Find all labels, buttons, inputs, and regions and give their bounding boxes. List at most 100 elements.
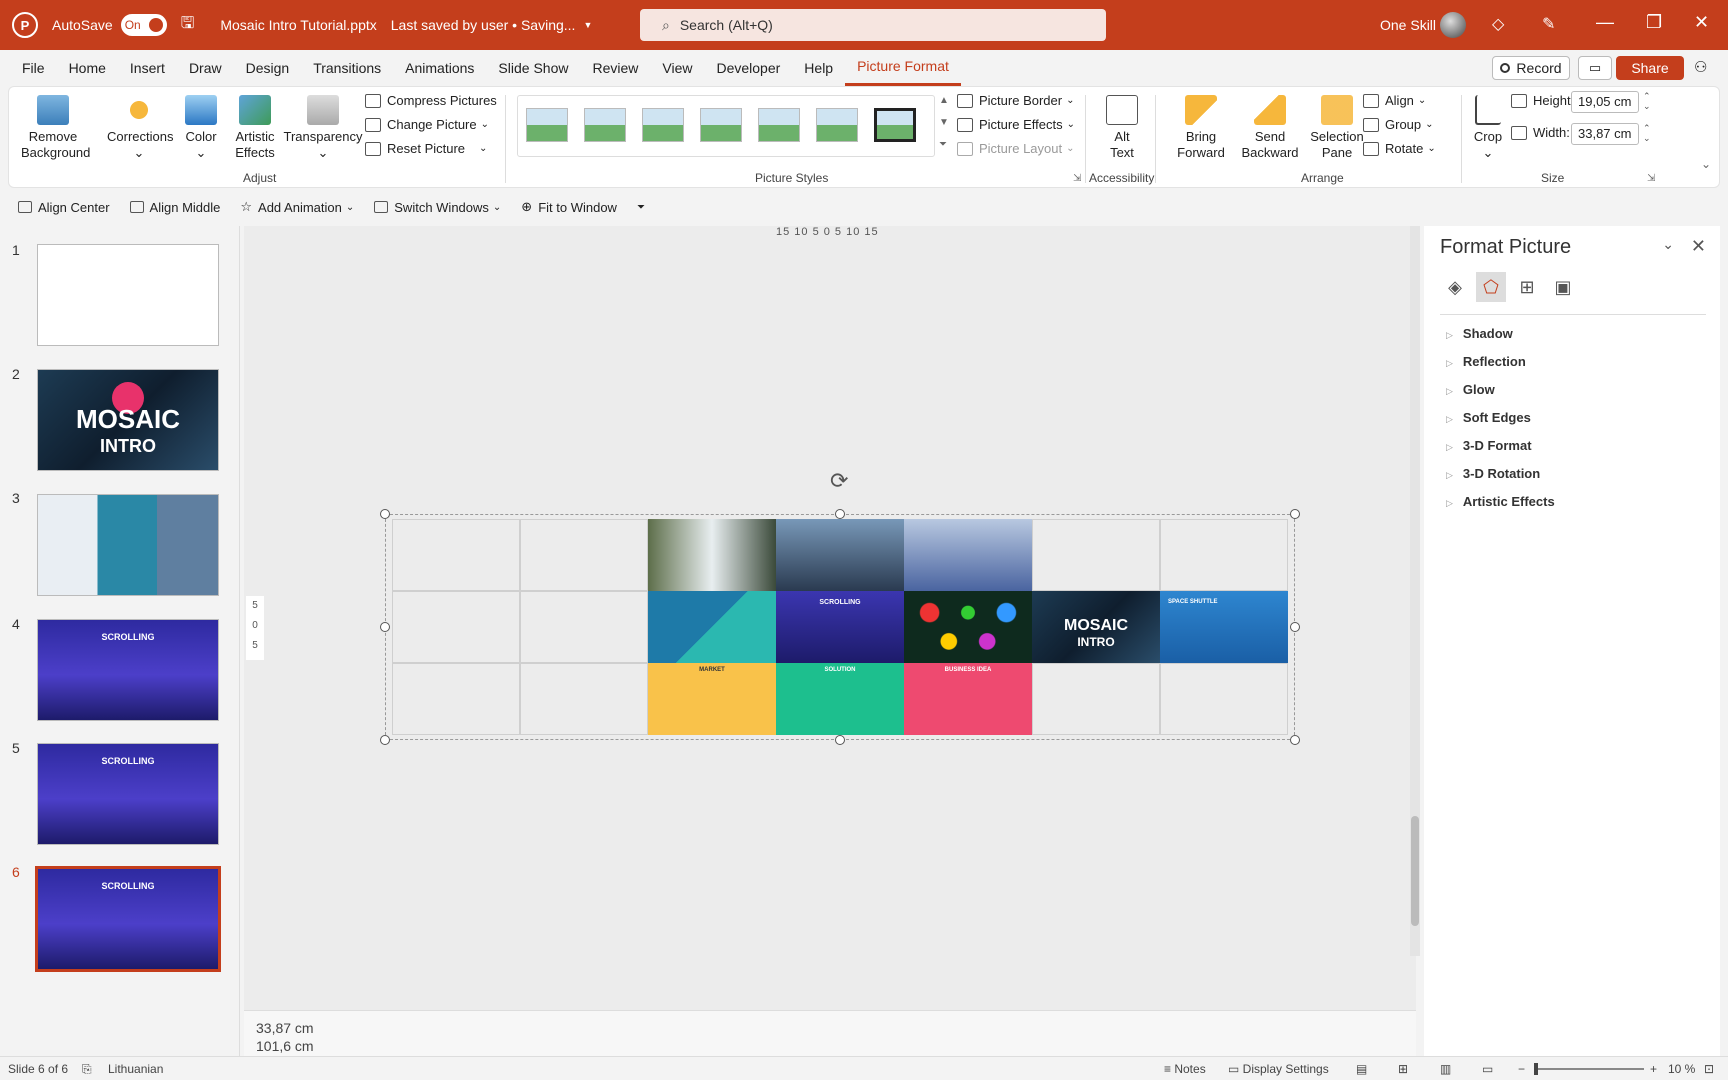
share-button[interactable]: Share (1616, 56, 1684, 80)
picture-style-7[interactable] (874, 108, 916, 142)
picture-style-4[interactable] (700, 108, 742, 142)
reset-picture-button[interactable]: Reset Picture ⌄ (365, 141, 487, 156)
tab-transitions[interactable]: Transitions (301, 50, 393, 86)
slide-thumbnail-4[interactable]: SCROLLING (37, 619, 219, 721)
gallery-down-icon[interactable]: ▼ (939, 117, 949, 128)
zoom-slider[interactable] (1534, 1063, 1644, 1075)
close-icon[interactable]: ✕ (1691, 236, 1706, 257)
resize-handle[interactable] (835, 509, 845, 519)
restore-icon[interactable]: ❐ (1646, 12, 1662, 33)
resize-handle[interactable] (1290, 735, 1300, 745)
change-picture-button[interactable]: Change Picture ⌄ (365, 117, 489, 132)
resize-handle[interactable] (380, 735, 390, 745)
section-glow[interactable]: ▷ Glow (1446, 382, 1495, 397)
effects-tab-icon[interactable]: ⬠ (1476, 272, 1506, 302)
normal-view-icon[interactable]: ▤ (1356, 1062, 1367, 1076)
align-center-button[interactable]: Align Center (8, 200, 120, 215)
customize-qat-button[interactable]: ⏷ (627, 202, 655, 213)
fit-slide-icon[interactable]: ⊡ (1704, 1062, 1714, 1076)
slide-thumbnail-1[interactable] (37, 244, 219, 346)
picture-effects-button[interactable]: Picture Effects ⌄ (957, 117, 1075, 132)
tab-insert[interactable]: Insert (118, 50, 177, 86)
minimize-icon[interactable]: — (1596, 12, 1614, 33)
slide-thumbnail-5[interactable]: SCROLLING (37, 743, 219, 845)
crop-button[interactable]: Crop ⌄ (1467, 95, 1509, 161)
tab-developer[interactable]: Developer (704, 50, 792, 86)
resize-handle[interactable] (1290, 509, 1300, 519)
zoom-slider-knob[interactable] (1534, 1063, 1538, 1075)
slide-thumbnail-3[interactable] (37, 494, 219, 596)
section-artistic-effects[interactable]: ▷ Artistic Effects (1446, 494, 1555, 509)
tab-view[interactable]: View (650, 50, 704, 86)
display-settings-button[interactable]: ▭ Display Settings (1228, 1062, 1329, 1076)
artistic-effects-button[interactable]: Artistic Effects (227, 95, 283, 161)
picture-layout-button[interactable]: Picture Layout ⌄ (957, 141, 1075, 156)
tab-help[interactable]: Help (792, 50, 845, 86)
slide-thumbnail-2[interactable]: MOSAIC INTRO (37, 369, 219, 471)
slide-sorter-icon[interactable]: ⊞ (1398, 1062, 1408, 1076)
user-name[interactable]: One Skill (1380, 17, 1436, 33)
gallery-up-icon[interactable]: ▲ (939, 95, 949, 106)
align-button[interactable]: Align ⌄ (1363, 93, 1426, 108)
transparency-button[interactable]: Transparency ⌄ (283, 95, 363, 161)
align-middle-button[interactable]: Align Middle (120, 200, 231, 215)
tab-review[interactable]: Review (580, 50, 650, 86)
language-label[interactable]: Lithuanian (108, 1062, 163, 1076)
pen-icon[interactable]: ✎ (1542, 14, 1555, 34)
picture-style-3[interactable] (642, 108, 684, 142)
picture-style-2[interactable] (584, 108, 626, 142)
picture-border-button[interactable]: Picture Border ⌄ (957, 93, 1074, 108)
height-input[interactable]: 19,05 cm (1571, 91, 1639, 113)
save-status[interactable]: Last saved by user • Saving... (391, 17, 576, 33)
comment-button[interactable]: ▭ (1578, 56, 1612, 80)
notes-button[interactable]: ≡ Notes (1164, 1062, 1206, 1076)
remove-background-button[interactable]: Remove Background (21, 95, 90, 161)
tab-home[interactable]: Home (57, 50, 118, 86)
tab-animations[interactable]: Animations (393, 50, 486, 86)
compress-pictures-button[interactable]: Compress Pictures (365, 93, 497, 108)
send-backward-button[interactable]: Send Backward (1233, 95, 1307, 161)
fit-to-window-button[interactable]: ⊕ Fit to Window (511, 199, 627, 215)
dialog-launcher-icon[interactable]: ⇲ (1073, 173, 1081, 184)
section-3d-format[interactable]: ▷ 3-D Format (1446, 438, 1532, 453)
autosave-toggle[interactable]: On (120, 14, 167, 36)
tab-design[interactable]: Design (234, 50, 302, 86)
dialog-launcher-icon[interactable]: ⇲ (1647, 173, 1655, 184)
avatar[interactable] (1440, 12, 1466, 38)
zoom-out-icon[interactable]: − (1518, 1062, 1525, 1076)
section-reflection[interactable]: ▷ Reflection (1446, 354, 1526, 369)
resize-handle[interactable] (835, 735, 845, 745)
slideshow-icon[interactable]: ▭ (1482, 1062, 1493, 1076)
accessibility-icon[interactable]: ⎘ (82, 1062, 92, 1077)
zoom-in-icon[interactable]: + (1650, 1062, 1657, 1076)
search-box[interactable]: ⌕ Search (Alt+Q) (640, 9, 1106, 41)
resize-handle[interactable] (1290, 622, 1300, 632)
size-properties-tab-icon[interactable]: ⊞ (1512, 272, 1542, 302)
person-icon[interactable]: ⚇ (1694, 58, 1707, 76)
switch-windows-button[interactable]: Switch Windows ⌄ (364, 200, 511, 215)
collapse-ribbon-icon[interactable]: ⌄ (1701, 157, 1711, 171)
tab-slide-show[interactable]: Slide Show (486, 50, 580, 86)
slide-thumbnail-6[interactable]: SCROLLING (35, 866, 221, 972)
resize-handle[interactable] (380, 622, 390, 632)
alt-text-button[interactable]: Alt Text (1099, 95, 1145, 161)
diamond-icon[interactable]: ◇ (1492, 14, 1504, 34)
corrections-button[interactable]: Corrections ⌄ (107, 95, 173, 161)
record-button[interactable]: Record (1492, 56, 1570, 80)
picture-style-5[interactable] (758, 108, 800, 142)
reading-view-icon[interactable]: ▥ (1440, 1062, 1451, 1076)
height-stepper[interactable]: ⌃ ⌄ (1643, 91, 1651, 111)
add-animation-button[interactable]: ☆ Add Animation ⌄ (230, 199, 364, 215)
rotate-button[interactable]: Rotate ⌄ (1363, 141, 1436, 156)
pane-options-icon[interactable]: ⌄ (1662, 236, 1674, 253)
bring-forward-button[interactable]: Bring Forward (1165, 95, 1237, 161)
fill-line-tab-icon[interactable]: ◈ (1440, 272, 1470, 302)
section-shadow[interactable]: ▷ Shadow (1446, 326, 1513, 341)
save-icon[interactable]: 🖫 (181, 12, 195, 39)
width-stepper[interactable]: ⌃ ⌄ (1643, 123, 1651, 143)
tab-draw[interactable]: Draw (177, 50, 234, 86)
selected-picture[interactable]: SCROLLING MOSAIC INTRO SPACE SHUTTLE MAR… (385, 514, 1295, 740)
picture-style-1[interactable] (526, 108, 568, 142)
color-button[interactable]: Color ⌄ (181, 95, 221, 161)
scrollbar-thumb[interactable] (1411, 816, 1419, 926)
